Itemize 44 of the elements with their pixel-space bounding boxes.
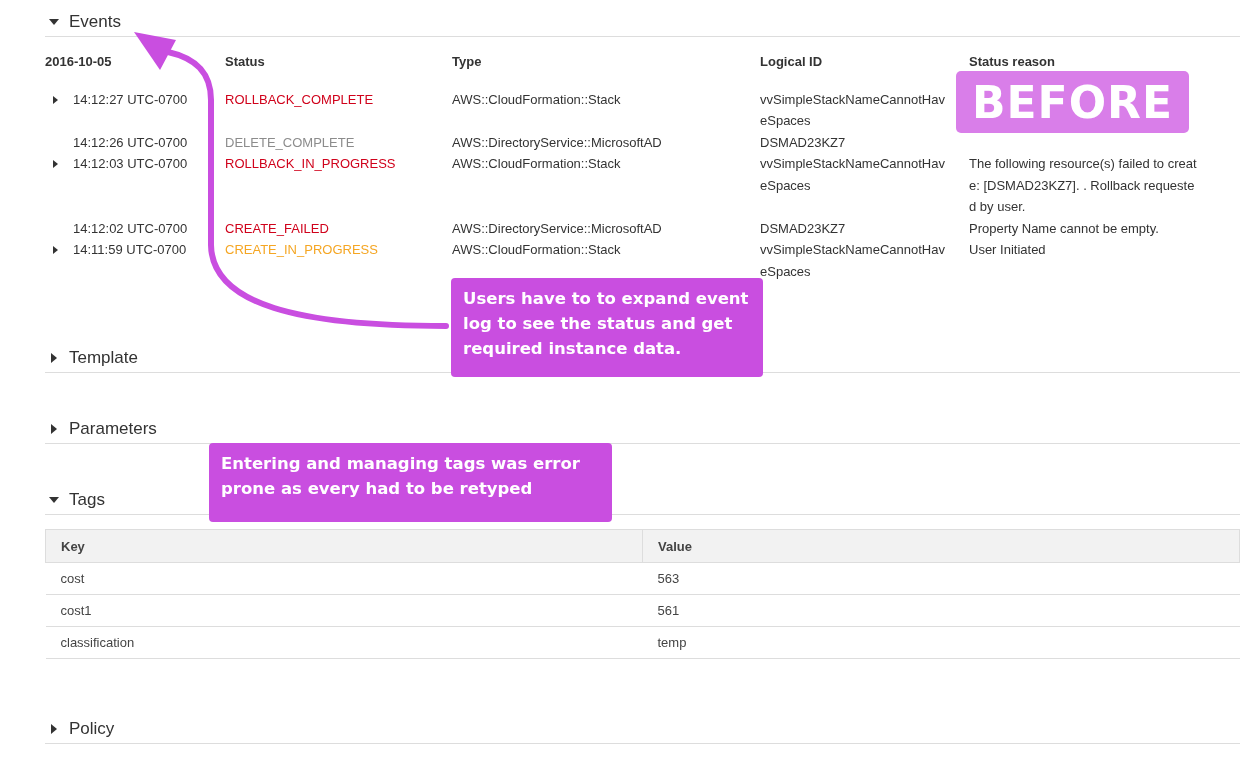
event-status: CREATE_IN_PROGRESS <box>225 241 379 259</box>
section-header[interactable]: Policy <box>45 714 1240 744</box>
column-header: Status reason <box>969 53 1056 71</box>
section-header[interactable]: Events <box>45 7 1240 37</box>
event-status: CREATE_FAILED <box>225 219 330 238</box>
logical-id: vvSimpleStackNameCannotHaveSpaces <box>760 241 946 281</box>
column-header: Value <box>642 529 1240 563</box>
logical-id: vvSimpleStackNameCannotHaveSpaces <box>760 90 946 130</box>
event-status: DELETE_COMPLETE <box>225 133 356 152</box>
event-type: AWS::CloudFormation::Stack <box>452 90 622 109</box>
event-type: AWS::CloudFormation::Stack <box>452 241 622 259</box>
event-status: ROLLBACK_COMPLETE <box>225 90 375 109</box>
logical-id: DSMAD23KZ7 <box>760 133 847 152</box>
event-time: 14:12:03 UTC-0700 <box>73 155 189 173</box>
callout-note: Users have to to expand event log to see the status and get required instance data. <box>451 278 763 377</box>
column-header: Status <box>225 53 266 71</box>
status-reason: Property Name cannot be empty. <box>969 219 1160 238</box>
table-cell: classification <box>45 626 643 659</box>
logical-id: vvSimpleStackNameCannotHaveSpaces <box>760 155 946 195</box>
expand-icon[interactable] <box>53 95 58 104</box>
table-cell: 563 <box>642 562 1240 595</box>
table-cell: temp <box>642 626 1240 659</box>
logical-id: DSMAD23KZ7 <box>760 219 847 238</box>
callout-note: Entering and managing tags was error prone as every had to be retyped <box>209 443 612 522</box>
table-cell: cost <box>45 562 643 595</box>
event-type: AWS::CloudFormation::Stack <box>452 155 622 173</box>
expand-icon[interactable] <box>53 160 58 168</box>
column-header: Type <box>452 53 483 71</box>
table-cell: 561 <box>642 594 1240 627</box>
event-time: 14:12:02 UTC-0700 <box>73 219 189 238</box>
expand-icon[interactable] <box>53 246 58 254</box>
event-time: 14:12:26 UTC-0700 <box>73 133 189 152</box>
table-cell: cost1 <box>45 594 643 627</box>
status-reason: The following resource(s) failed to create: [DSMAD23KZ7]. . Rollback requested by user. <box>969 155 1198 216</box>
date-label: 2016-10-05 <box>45 53 113 71</box>
status-reason: User Initiated <box>969 241 1047 259</box>
event-status: ROLLBACK_IN_PROGRESS <box>225 155 397 173</box>
event-time: 14:11:59 UTC-0700 <box>73 241 188 259</box>
before-badge: BEFORE <box>956 71 1189 133</box>
event-type: AWS::DirectoryService::MicrosoftAD <box>452 219 663 238</box>
event-time: 14:12:27 UTC-0700 <box>73 90 189 109</box>
column-header: Key <box>45 529 643 563</box>
event-type: AWS::DirectoryService::MicrosoftAD <box>452 133 663 152</box>
column-header: Logical ID <box>760 53 824 71</box>
